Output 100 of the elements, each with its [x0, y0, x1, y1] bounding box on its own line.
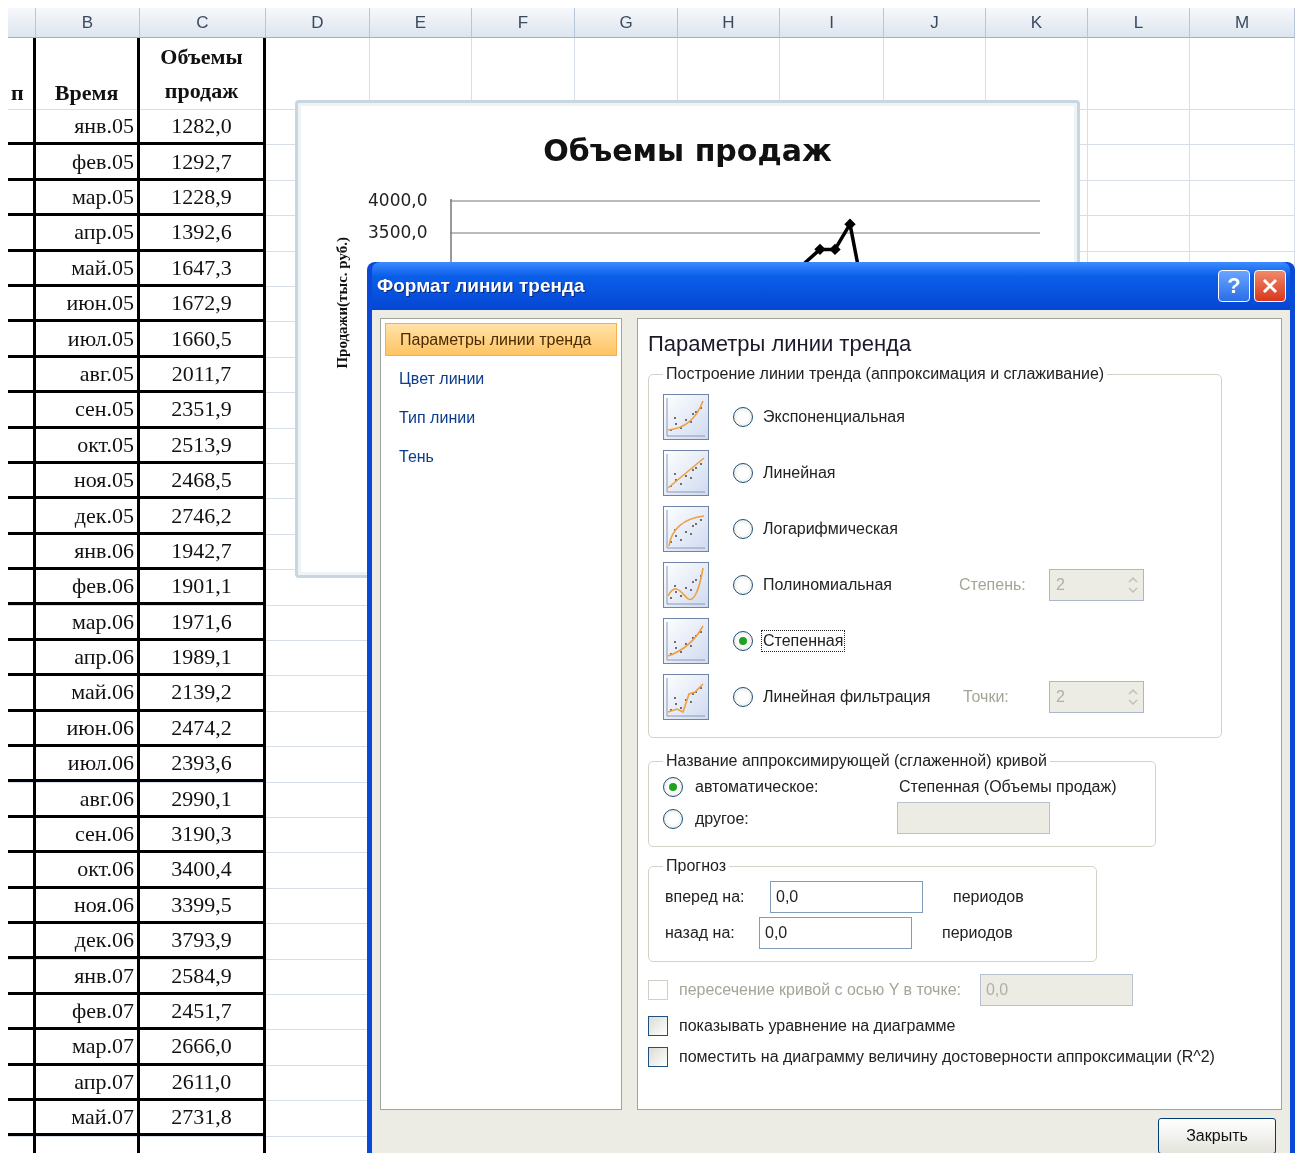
cell-text: июн.05 [65, 289, 135, 318]
radio-button[interactable] [733, 407, 753, 427]
cell-text: окт.06 [76, 855, 135, 884]
radio-button[interactable] [733, 519, 753, 539]
cell-text: 2746,2 [170, 501, 233, 530]
cell-text: сен.06 [73, 820, 135, 848]
data-point [814, 243, 826, 256]
cell-text: п [10, 79, 25, 107]
category-item[interactable]: Параметры линии тренда [385, 323, 617, 356]
checkbox-label[interactable]: показывать уравнение на диаграмме [677, 1015, 958, 1037]
cell-text: 2393,6 [170, 749, 233, 778]
cell-text: 2584,9 [170, 961, 233, 990]
column-header[interactable]: D [266, 8, 370, 38]
cell-text: апр.07 [73, 1067, 135, 1096]
radio-button[interactable] [733, 631, 753, 651]
trend-curve-icon [663, 506, 709, 552]
option-label[interactable]: другое: [693, 808, 751, 830]
group-title: Построение линии тренда (аппроксимация и сглаживание) [665, 365, 1106, 383]
cell-text: 2474,2 [170, 713, 233, 742]
cell-text: июл.05 [66, 324, 135, 353]
cell-text: 1228,9 [170, 183, 233, 211]
field-label: назад на: [664, 923, 736, 943]
cell-text: 2611,0 [170, 1067, 233, 1096]
cell-text: 1901,1 [170, 572, 233, 601]
close-button[interactable] [1254, 270, 1286, 302]
cell-text: 1672,9 [170, 289, 233, 318]
column-header[interactable]: G [575, 8, 678, 38]
cell-text: янв.07 [73, 961, 135, 990]
radio-button[interactable] [663, 777, 683, 797]
number-input-field[interactable]: 0,0 [759, 917, 912, 949]
cell-text: апр.05 [73, 218, 135, 247]
cell-text: 2990,1 [170, 784, 233, 813]
cell-text: апр.06 [73, 643, 135, 672]
column-header[interactable]: E [370, 8, 472, 38]
cell-text: 1647,3 [170, 253, 233, 282]
cell-text: июн.06 [65, 713, 135, 742]
cell-text: фев.07 [71, 996, 135, 1025]
cell-text: 1292,7 [170, 147, 233, 176]
radio-button[interactable] [733, 575, 753, 595]
option-label[interactable]: Экспоненциальная [761, 406, 907, 428]
column-header[interactable]: C [140, 8, 266, 38]
trend-curve-icon [663, 618, 709, 664]
cell-text: 2468,5 [170, 466, 233, 495]
cell-text: 2011,7 [170, 359, 233, 388]
column-header[interactable]: H [678, 8, 780, 38]
cell-text: ноя.06 [73, 890, 135, 919]
cell-text: 1660,5 [170, 324, 233, 353]
option-label[interactable]: Полиномиальная [761, 574, 957, 596]
checkbox[interactable] [648, 1047, 668, 1067]
cell-text: фев.05 [71, 147, 135, 176]
field-label: Степень: [958, 575, 1027, 595]
close-icon [1261, 277, 1279, 295]
trend-curve-icon [663, 562, 709, 608]
number-input-field[interactable]: 0,0 [770, 881, 923, 913]
cell-text: 1392,6 [170, 218, 233, 247]
cell-text: 3399,5 [170, 890, 233, 919]
cell-text: май.06 [70, 678, 135, 707]
cell-text: 1942,7 [170, 536, 233, 565]
cell-text: мар.07 [70, 1032, 135, 1061]
trend-curve-icon [663, 450, 709, 496]
cell-text: 3400,4 [170, 855, 233, 884]
option-label[interactable]: Степенная [761, 630, 846, 652]
cell-text: июл.06 [66, 749, 135, 778]
category-item[interactable]: Тип линии [385, 401, 617, 434]
cell-text: дек.05 [73, 501, 135, 530]
cell-text: 3190,3 [170, 820, 233, 848]
cell-text: сен.05 [73, 395, 135, 424]
option-label[interactable]: автоматическое: [693, 776, 821, 798]
checkbox-label[interactable]: поместить на диаграмму величину достоверности аппроксимации (R^2) [677, 1046, 1217, 1068]
option-label[interactable]: Логарифмическая [761, 518, 900, 540]
category-item[interactable]: Тень [385, 440, 617, 473]
axis-label: Продажи(тыс. руб.) [334, 237, 351, 369]
cell-text: 2451,7 [170, 996, 233, 1025]
cell-text: 2513,9 [170, 430, 233, 459]
unit-label: периодов [952, 887, 1025, 907]
close-dialog-button[interactable]: Закрыть [1158, 1118, 1276, 1153]
column-header[interactable]: I [780, 8, 884, 38]
cell-text: фев.06 [71, 572, 135, 601]
option-label[interactable]: Линейная [761, 462, 838, 484]
radio-button[interactable] [663, 809, 683, 829]
panel-title: Параметры линии тренда [648, 331, 913, 357]
cell-text: 2139,2 [170, 678, 233, 707]
dialog-title: Формат линии тренда [377, 275, 586, 297]
group-title: Название аппроксимирующей (сглаженной) кривой [665, 752, 1048, 770]
field-label: Точки: [962, 687, 1010, 707]
option-label[interactable]: Линейная фильтрация [761, 686, 957, 708]
radio-button[interactable] [733, 463, 753, 483]
column-header[interactable]: B [36, 8, 140, 38]
cell-text: мар.06 [70, 607, 135, 636]
column-header[interactable]: F [472, 8, 575, 38]
column-header[interactable]: J [884, 8, 986, 38]
radio-button[interactable] [733, 687, 753, 707]
column-header[interactable]: K [986, 8, 1088, 38]
axis-tick-label: 4000,0 [368, 189, 428, 211]
category-item[interactable]: Цвет линии [385, 362, 617, 395]
column-header[interactable]: L [1088, 8, 1190, 38]
checkbox[interactable] [648, 1016, 668, 1036]
cell-text: май.05 [70, 253, 135, 282]
cell-text: авг.06 [78, 784, 135, 813]
column-header[interactable]: M [1190, 8, 1295, 38]
